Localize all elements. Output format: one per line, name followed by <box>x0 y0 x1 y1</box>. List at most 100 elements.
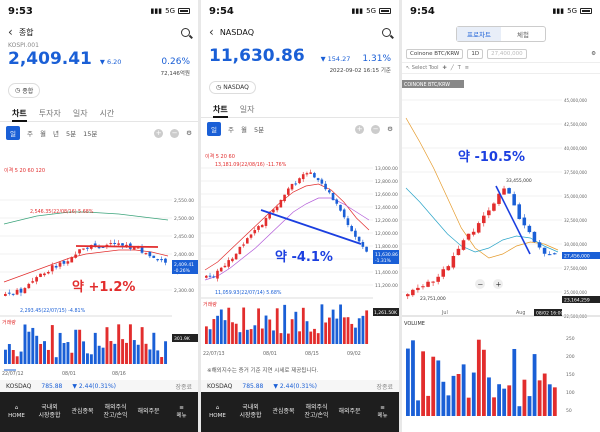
candle <box>316 178 320 181</box>
back-icon[interactable]: ‹ <box>8 25 13 39</box>
select-tool[interactable]: ↖ Select Tool <box>406 65 439 71</box>
nav-home[interactable]: ⌂ HOME <box>0 392 33 432</box>
tab-pro-chart[interactable]: 프로차트 <box>457 27 501 41</box>
category-chip[interactable]: ◷ 종합 <box>8 83 41 98</box>
volume-bar <box>97 345 101 364</box>
period-month[interactable]: 월 <box>241 124 247 134</box>
volume-bar <box>125 342 128 364</box>
volume-bar <box>421 351 425 416</box>
nav-menu[interactable]: ≡ 메뉴 <box>366 392 399 432</box>
volume-bar <box>482 349 486 416</box>
zoom-out-icon[interactable]: − <box>371 124 381 134</box>
tab-chart[interactable]: 차트 <box>213 104 228 118</box>
nav-market[interactable]: 국내외 시장종합 <box>234 392 267 432</box>
period-day[interactable]: 일 <box>207 122 221 136</box>
line-tool-icon[interactable]: ╱ <box>451 65 454 71</box>
date-tick: 22/07/12 <box>2 371 24 376</box>
bottom-ticker[interactable]: KOSDAQ 785.88 ▼ 2.44(0.31%) 장종료 <box>201 380 399 392</box>
period-5min[interactable]: 5분 <box>66 128 76 138</box>
volume-bar <box>216 315 219 344</box>
high-label: 33,455,000 <box>506 178 532 184</box>
volume-bar <box>50 325 54 364</box>
tab-chart[interactable]: 차트 <box>12 108 27 122</box>
candle <box>50 265 54 272</box>
period-5min[interactable]: 5분 <box>254 124 264 134</box>
volume-bar <box>466 397 471 416</box>
price-axis-tick: 37,500,000 <box>564 170 587 175</box>
change-pct: 1.31% <box>362 54 391 64</box>
price-axis-tick: 45,000,000 <box>564 98 587 103</box>
volume-label: 거래량 <box>2 319 16 326</box>
fib-tool-icon[interactable]: ≡ <box>465 65 469 71</box>
period-week[interactable]: 주 <box>27 128 33 138</box>
zoom-in-icon[interactable]: + <box>154 128 164 138</box>
volume-bar <box>416 400 420 416</box>
back-icon[interactable]: ‹ <box>209 25 214 39</box>
price-axis-tick: 40,000,000 <box>564 146 587 151</box>
nav-foreign-order[interactable]: 해외주문 <box>132 392 165 432</box>
ticker-value: 785.88 <box>41 382 63 390</box>
candle <box>357 236 361 242</box>
ticker-name: KOSDAQ <box>207 382 233 390</box>
period-bar: 일 주 월 년 5분 15분 + − ⚙ <box>0 122 198 144</box>
volume-bar <box>547 384 552 416</box>
volume-bar <box>93 332 97 364</box>
date-tick: 08/01 <box>263 351 277 357</box>
price-axis-tick: 12,600.00 <box>375 192 398 198</box>
tab-trial[interactable]: 체험 <box>501 27 545 41</box>
period-year[interactable]: 년 <box>53 128 59 138</box>
gear-icon[interactable]: ⚙ <box>387 125 393 133</box>
volume-bar <box>208 329 212 344</box>
search-icon[interactable] <box>382 27 391 37</box>
candle <box>542 247 547 254</box>
volume-axis-tick: 250 <box>566 336 575 342</box>
zoom-out-icon[interactable]: − <box>170 128 180 138</box>
volume-bar <box>552 387 557 416</box>
tab-daily[interactable]: 일자 <box>73 108 88 121</box>
volume-bar <box>487 377 491 416</box>
volume-bar <box>309 331 313 344</box>
period-month[interactable]: 월 <box>40 128 46 138</box>
tab-time[interactable]: 시간 <box>100 108 115 121</box>
category-chip[interactable]: ◷ NASDAQ <box>209 81 256 94</box>
nav-watchlist[interactable]: 관심종목 <box>66 392 99 432</box>
svg-text:−: − <box>478 281 484 289</box>
nav-watchlist[interactable]: 관심종목 <box>267 392 300 432</box>
candle <box>552 253 557 255</box>
nav-market[interactable]: 국내외 시장종합 <box>33 392 66 432</box>
price-axis-tick: 13,000.00 <box>375 166 398 172</box>
candle <box>66 261 70 264</box>
gear-icon[interactable]: ⚙ <box>186 129 192 137</box>
price-axis-tick: 30,000,000 <box>564 242 587 247</box>
candle <box>113 242 117 244</box>
clock-icon: ◷ <box>15 87 21 94</box>
price-axis-tick: 27,500,000 <box>564 266 587 271</box>
period-week[interactable]: 주 <box>228 124 234 134</box>
period-15min[interactable]: 15분 <box>83 128 97 138</box>
tab-daily[interactable]: 일자 <box>240 104 255 117</box>
candle <box>27 283 31 289</box>
tab-investor[interactable]: 투자자 <box>39 108 61 121</box>
candle <box>436 276 440 282</box>
crosshair-icon[interactable]: ✚ <box>443 65 447 71</box>
data-timestamp: 2022-09-02 16:15 기준 <box>329 68 391 74</box>
text-tool-icon[interactable]: T <box>458 65 461 71</box>
settings-icon[interactable]: ⚙ <box>591 51 596 57</box>
nav-menu[interactable]: ≡ 메뉴 <box>165 392 198 432</box>
price-input[interactable]: 27,400,000 <box>487 49 527 59</box>
search-icon[interactable] <box>181 27 190 37</box>
symbol-select[interactable]: Coinone BTC/KRW <box>406 49 464 59</box>
nav-foreign-order[interactable]: 해외주문 <box>333 392 366 432</box>
legend-label: 이격 5 20 60 120 <box>4 167 45 174</box>
annotation-text: 약 +1.2% <box>72 280 136 295</box>
nav-foreign-balance[interactable]: 해외주식 잔고/손익 <box>300 392 333 432</box>
nav-foreign-balance[interactable]: 해외주식 잔고/손익 <box>99 392 132 432</box>
volume-bar <box>74 329 78 364</box>
interval-select[interactable]: 1D <box>467 49 484 59</box>
volume-bar <box>58 332 62 364</box>
zoom-in-icon[interactable]: + <box>355 124 365 134</box>
candle <box>309 172 312 174</box>
bottom-ticker[interactable]: KOSDAQ 785.88 ▼ 2.44(0.31%) 장종료 <box>0 380 198 392</box>
nav-home[interactable]: ⌂ HOME <box>201 392 234 432</box>
period-day[interactable]: 일 <box>6 126 20 140</box>
